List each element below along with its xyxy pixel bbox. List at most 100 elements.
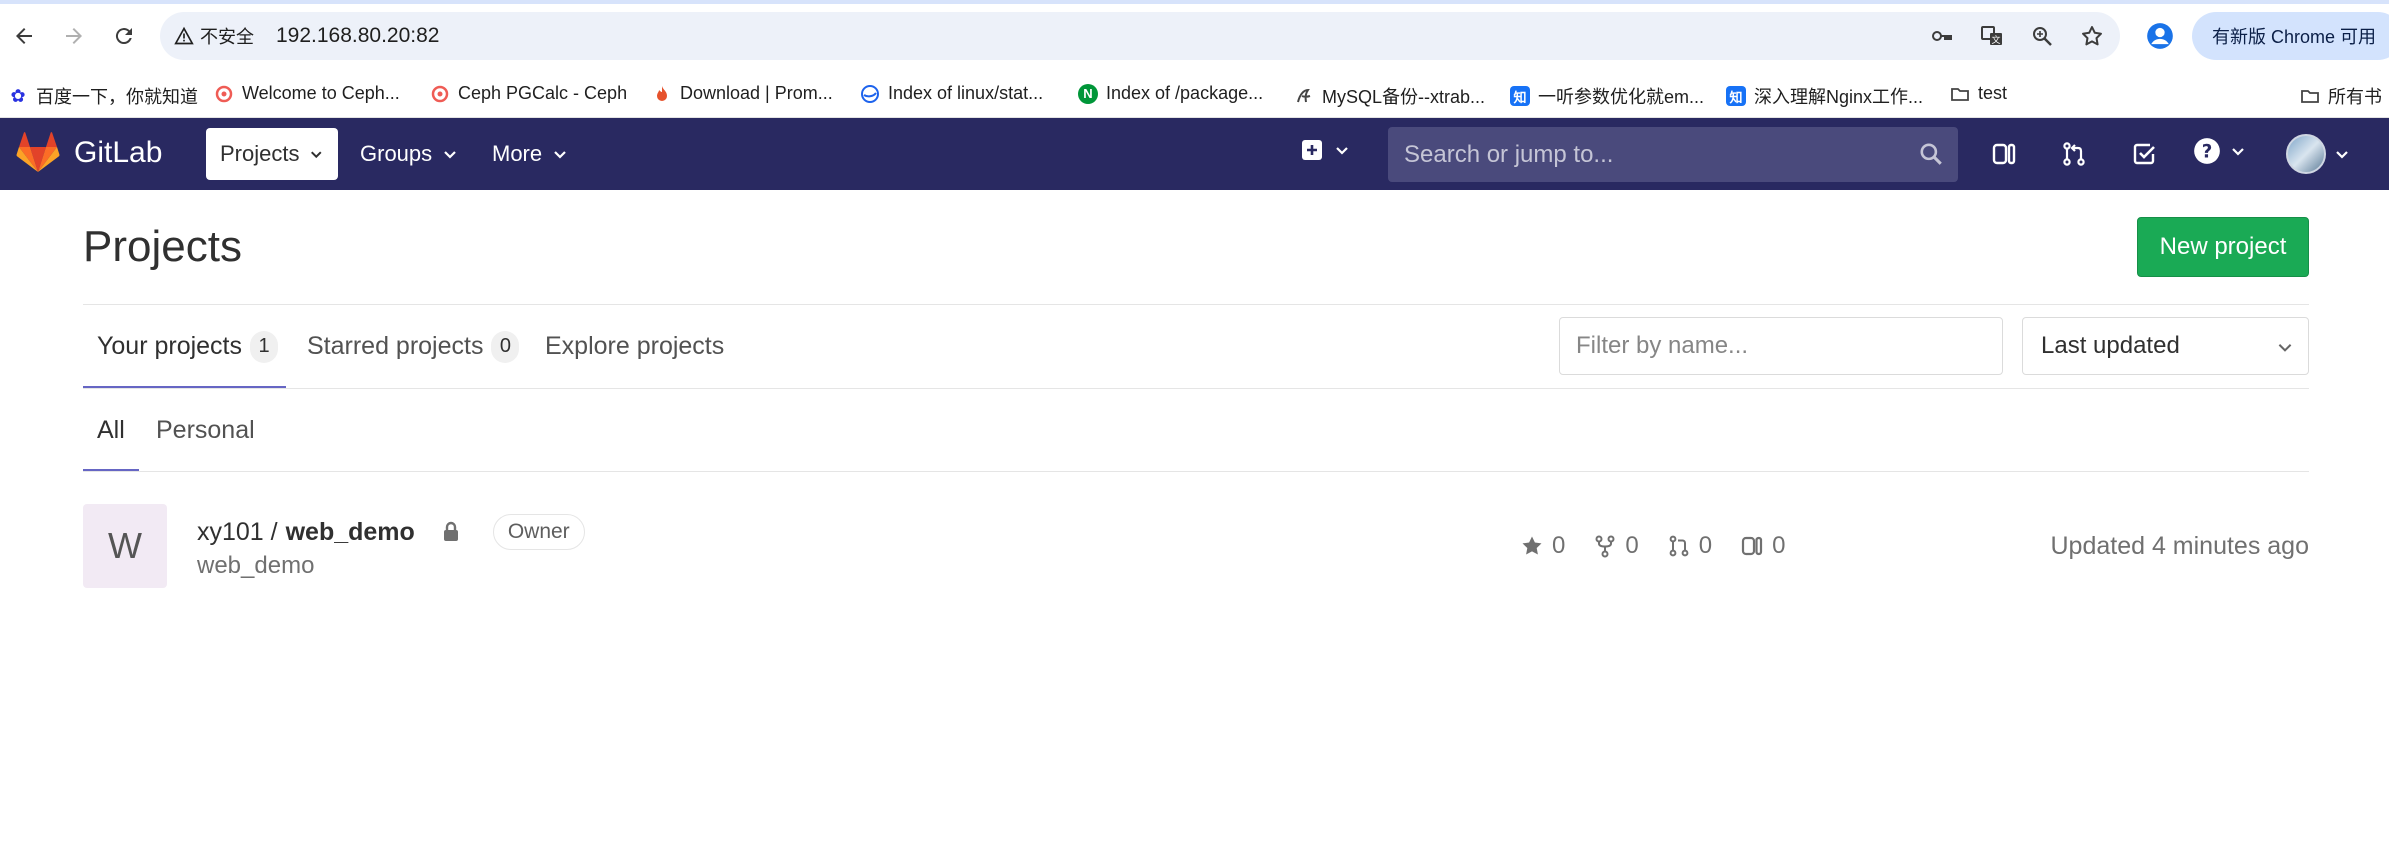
bookmark-packages[interactable]: N Index of /package... <box>1078 83 1263 104</box>
star-icon <box>1522 536 1542 555</box>
chevron-down-icon <box>2278 344 2292 352</box>
project-row: W xy101 / web_demo Owner web_demo 0 0 0 … <box>83 504 2309 588</box>
bookmark-folder-all[interactable]: 所有书 <box>2300 83 2382 109</box>
global-search-input[interactable]: Search or jump to... <box>1388 127 1958 182</box>
lock-icon <box>443 521 458 541</box>
new-project-button[interactable]: New project <box>2137 217 2309 277</box>
sort-dropdown[interactable]: Last updated <box>2022 317 2309 375</box>
menu-groups[interactable]: Groups <box>346 128 472 180</box>
count-badge: 0 <box>491 330 520 363</box>
zhihu-icon: 知 <box>1726 86 1746 106</box>
bookmark-star-button[interactable] <box>2078 22 2106 50</box>
stars-count[interactable]: 0 <box>1520 532 1565 560</box>
new-menu-button[interactable] <box>1300 138 1350 162</box>
gitlab-home-link[interactable]: GitLab <box>16 132 162 174</box>
svg-text:?: ? <box>2202 141 2213 162</box>
magnifier-icon <box>2033 27 2052 46</box>
tab-label: All <box>97 415 125 444</box>
tab-label: Explore projects <box>545 332 725 360</box>
bookmark-label: Index of /package... <box>1106 83 1264 103</box>
tab-personal[interactable]: Personal <box>156 389 255 471</box>
security-indicator[interactable]: 不安全 <box>174 23 254 49</box>
project-name-link[interactable]: web_demo <box>286 518 415 547</box>
translate-button[interactable]: 文 <box>1978 22 2006 50</box>
filter-by-name-input[interactable]: Filter by name... <box>1559 317 2003 375</box>
docker-icon <box>861 84 879 103</box>
menu-projects[interactable]: Projects <box>206 128 338 180</box>
bookmark-label: Index of linux/stat... <box>888 83 1044 103</box>
bookmark-baidu[interactable]: ✿ 百度一下，你就知道 <box>8 83 198 109</box>
bookmark-label: MySQL备份--xtrab... <box>1322 87 1486 107</box>
chevron-down-icon <box>2336 151 2348 159</box>
person-icon <box>2147 23 2173 49</box>
issues-count[interactable]: 0 <box>1740 532 1785 560</box>
issues-button[interactable] <box>1986 136 2022 172</box>
tab-all[interactable]: All <box>83 389 139 472</box>
stat-value: 0 <box>1625 532 1639 559</box>
search-icon <box>1920 143 1942 165</box>
bookmark-mysql-backup[interactable]: MySQL备份--xtrab... <box>1294 83 1485 109</box>
help-question-icon: ? <box>2194 138 2220 164</box>
forward-button[interactable] <box>56 18 92 54</box>
folder-icon <box>1951 87 1969 101</box>
updated-timestamp: Updated 4 minutes ago <box>2050 532 2309 560</box>
bookmark-zhihu-nginx[interactable]: 知 深入理解Nginx工作... <box>1726 83 1923 109</box>
gitlab-navbar: GitLab Projects Groups More Search or ju… <box>0 118 2389 190</box>
stat-value: 0 <box>1552 532 1566 559</box>
gitlab-brand: GitLab <box>74 136 163 169</box>
tab-label: Your projects <box>97 332 242 360</box>
page-title: Projects <box>83 222 242 271</box>
browser-profile-button[interactable] <box>2142 18 2178 54</box>
ceph-icon <box>431 85 449 102</box>
bookmark-label: Ceph PGCalc - Ceph <box>458 83 628 103</box>
browser-toolbar: 不安全 192.168.80.20:82 文 有新版 Chrome 可用 <box>0 0 2389 72</box>
menu-label: Projects <box>220 141 300 166</box>
password-key-button[interactable] <box>1928 22 1956 50</box>
user-avatar <box>2286 134 2326 174</box>
url-text[interactable]: 192.168.80.20:82 <box>276 23 440 49</box>
address-bar[interactable]: 不安全 192.168.80.20:82 文 <box>160 12 2120 60</box>
count-badge: 1 <box>250 330 278 363</box>
chrome-update-button[interactable]: 有新版 Chrome 可用 <box>2192 12 2389 60</box>
bookmark-label: 百度一下，你就知道 <box>36 87 198 107</box>
tab-starred-projects[interactable]: Starred projects 0 <box>307 305 520 388</box>
forks-count[interactable]: 0 <box>1593 532 1639 560</box>
sort-selected-value: Last updated <box>2041 332 2180 359</box>
project-namespace[interactable]: xy101 / <box>197 518 278 547</box>
menu-more[interactable]: More <box>478 128 582 180</box>
chevron-down-icon <box>311 151 322 159</box>
chevron-down-icon <box>1336 147 1348 155</box>
chevron-down-icon <box>2232 148 2244 156</box>
chevron-down-icon <box>554 151 566 159</box>
tab-your-projects[interactable]: Your projects 1 <box>83 305 286 389</box>
key-icon <box>1932 31 1952 41</box>
role-badge: Owner <box>492 514 585 550</box>
help-menu-button[interactable]: ? <box>2192 136 2246 166</box>
merge-requests-button[interactable] <box>2056 136 2092 172</box>
reload-button[interactable] <box>106 18 142 54</box>
nginx-icon: N <box>1078 83 1098 104</box>
arrow-left-icon <box>16 28 32 44</box>
user-menu-button[interactable] <box>2286 134 2350 174</box>
arrow-right-icon <box>66 28 82 44</box>
bookmark-ceph-welcome[interactable]: Welcome to Ceph... <box>214 83 400 104</box>
bookmark-prometheus[interactable]: Download | Prom... <box>652 83 833 104</box>
bookmark-linux-static[interactable]: Index of linux/stat... <box>860 83 1043 104</box>
stat-value: 0 <box>1698 532 1713 559</box>
tab-explore-projects[interactable]: Explore projects <box>545 305 724 388</box>
bookmark-zhihu-params[interactable]: 知 一听参数优化就em... <box>1510 83 1704 109</box>
zoom-button[interactable] <box>2028 22 2056 50</box>
star-outline-icon <box>2082 26 2102 46</box>
bookmark-folder-test[interactable]: test <box>1950 83 2007 104</box>
todos-button[interactable] <box>2126 136 2162 172</box>
address-bar-actions: 文 <box>1928 22 2106 50</box>
project-avatar[interactable]: W <box>83 504 167 588</box>
warning-triangle-icon <box>174 26 194 45</box>
bookmark-ceph-pgcalc[interactable]: Ceph PGCalc - Ceph <box>430 83 627 104</box>
menu-label: More <box>492 141 543 166</box>
ceph-icon <box>215 85 233 102</box>
merge-request-icon <box>1669 535 1689 557</box>
merge-requests-count[interactable]: 0 <box>1667 532 1712 560</box>
back-button[interactable] <box>6 18 42 54</box>
security-label: 不安全 <box>200 27 254 47</box>
